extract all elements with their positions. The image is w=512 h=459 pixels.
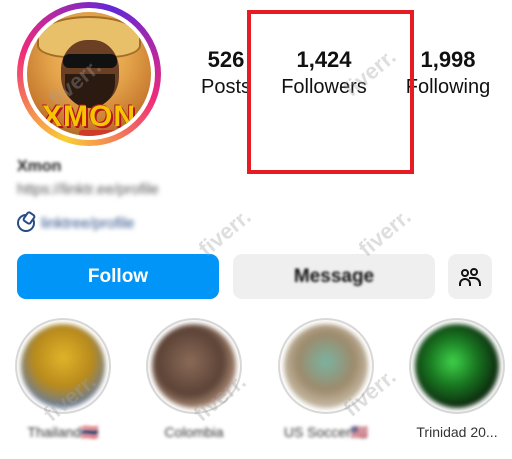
profile-link-text: linktree/profile [41, 214, 135, 232]
message-button-label: Message [293, 265, 375, 287]
profile-bio[interactable]: https://linktr.ee/profile [17, 181, 159, 198]
highlight-label: Thailand🇹🇭 [27, 424, 99, 440]
avatar-logo-underline [79, 130, 129, 136]
highlight-cover-image [152, 324, 236, 408]
highlight-label: Trinidad 20... [416, 424, 498, 440]
profile-name: Xmon [17, 158, 62, 175]
story-highlight[interactable]: Trinidad 20... [409, 318, 505, 440]
profile-link[interactable]: linktree/profile [17, 214, 134, 232]
highlight-cover-image [21, 324, 105, 408]
avatar-logo-text: XMON [42, 100, 136, 133]
story-highlight[interactable]: Thailand🇹🇭 [15, 318, 111, 441]
highlight-label: US Soccer🇺🇸 [283, 424, 369, 440]
profile-avatar[interactable]: XMON [27, 12, 151, 136]
story-highlight[interactable]: Colombia [146, 318, 242, 440]
follow-button[interactable]: Follow [17, 254, 219, 299]
highlight-label: Colombia [164, 424, 224, 440]
avatar-sunglasses [63, 54, 117, 68]
followers-highlight-box [247, 10, 414, 174]
follow-button-label: Follow [87, 265, 149, 287]
add-people-icon [459, 267, 481, 286]
link-icon [17, 214, 35, 232]
profile-avatar-ring[interactable]: XMON [17, 2, 161, 146]
highlight-cover-image [284, 324, 368, 408]
story-highlight[interactable]: US Soccer🇺🇸 [278, 318, 374, 441]
suggested-people-button[interactable] [448, 254, 492, 299]
highlight-cover-image [415, 324, 499, 408]
message-button[interactable]: Message [233, 254, 435, 299]
